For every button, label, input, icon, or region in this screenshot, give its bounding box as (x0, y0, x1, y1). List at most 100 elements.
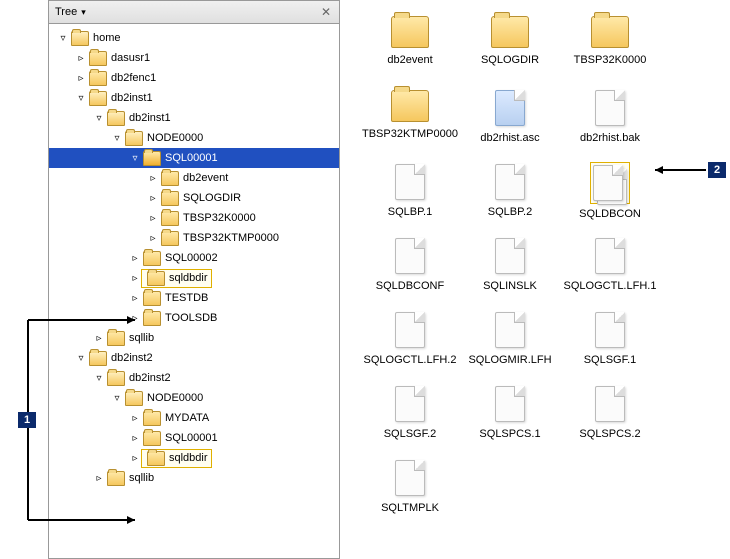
file-item-sqlogctl.lfh.2[interactable]: SQLOGCTL.LFH.2 (360, 306, 460, 380)
tree-item-label: SQL00001 (165, 152, 218, 164)
expander-closed-icon[interactable]: ▹ (129, 432, 141, 444)
expander-open-icon[interactable]: ▿ (75, 352, 87, 364)
expander-closed-icon[interactable]: ▹ (129, 412, 141, 424)
document-icon (595, 238, 625, 274)
expander-open-icon[interactable]: ▿ (129, 152, 141, 164)
tree-item-label: db2inst2 (111, 352, 153, 364)
tree-title[interactable]: Tree ▾ (55, 6, 86, 18)
tree-item-db2fenc1[interactable]: ▹db2fenc1 (75, 68, 339, 88)
file-item-db2event[interactable]: db2event (360, 10, 460, 84)
tree-item-mydata[interactable]: ▹MYDATA (129, 408, 339, 428)
file-item-label: SQLOGDIR (481, 54, 539, 66)
file-item-db2rhist.bak[interactable]: db2rhist.bak (560, 84, 660, 158)
expander-open-icon[interactable]: ▿ (93, 372, 105, 384)
tree-item-dasusr1[interactable]: ▹dasusr1 (75, 48, 339, 68)
file-item-label: SQLDBCON (579, 208, 641, 220)
file-item-label: SQLOGCTL.LFH.2 (364, 354, 457, 366)
folder-icon (107, 371, 125, 386)
expander-closed-icon[interactable]: ▹ (147, 172, 159, 184)
folder-icon (143, 431, 161, 446)
tree-item-label: sqldbdir (169, 272, 208, 284)
document-icon (395, 386, 425, 422)
document-icon (595, 312, 625, 348)
tree-item-node0000[interactable]: ▿NODE0000 (111, 388, 339, 408)
document-icon (595, 386, 625, 422)
tree-item-sqldbdir[interactable]: ▹sqldbdir (129, 448, 339, 468)
file-item-label: SQLSGF.2 (384, 428, 437, 440)
file-item-sqlspcs.1[interactable]: SQLSPCS.1 (460, 380, 560, 454)
file-item-sqlspcs.2[interactable]: SQLSPCS.2 (560, 380, 660, 454)
tree-item-db2inst2[interactable]: ▿ db2inst2 (75, 348, 339, 368)
file-item-sqldbcon[interactable]: SQLDBCON (560, 158, 660, 232)
folder-icon (143, 251, 161, 266)
expander-open-icon[interactable]: ▿ (93, 112, 105, 124)
folder-icon (147, 271, 165, 286)
expander-closed-icon[interactable]: ▹ (129, 312, 141, 324)
file-item-sqldbconf[interactable]: SQLDBCONF (360, 232, 460, 306)
tree-item-sqllib[interactable]: ▹ sqllib (93, 328, 339, 348)
file-item-sqlsgf.2[interactable]: SQLSGF.2 (360, 380, 460, 454)
document-icon (395, 312, 425, 348)
tree-item-label: db2event (183, 172, 228, 184)
tree-item-label: SQL00002 (165, 252, 218, 264)
tree-item-sqlogdir[interactable]: ▹SQLOGDIR (147, 188, 339, 208)
tree-item-db2inst2[interactable]: ▿db2inst2 (93, 368, 339, 388)
tree-item-sqldbdir[interactable]: ▹ sqldbdir (129, 268, 339, 288)
file-item-tbsp32k0000[interactable]: TBSP32K0000 (560, 10, 660, 84)
tree-item-testdb[interactable]: ▹TESTDB (129, 288, 339, 308)
file-item-label: TBSP32KTMP0000 (362, 128, 458, 140)
tree-item-tbsp32ktmp0000[interactable]: ▹TBSP32KTMP0000 (147, 228, 339, 248)
tree-header: Tree ▾ ✕ (49, 1, 339, 24)
tree-item-db2event[interactable]: ▹ db2event (147, 168, 339, 188)
tree-item-db2inst1[interactable]: ▿ db2inst1 (93, 108, 339, 128)
folder-icon (391, 16, 429, 48)
expander-closed-icon[interactable]: ▹ (147, 192, 159, 204)
expander-closed-icon[interactable]: ▹ (75, 52, 87, 64)
file-item-sqlogctl.lfh.1[interactable]: SQLOGCTL.LFH.1 (560, 232, 660, 306)
expander-open-icon[interactable]: ▿ (111, 132, 123, 144)
document-icon (495, 386, 525, 422)
expander-closed-icon[interactable]: ▹ (75, 72, 87, 84)
expander-closed-icon[interactable]: ▹ (147, 232, 159, 244)
expander-closed-icon[interactable]: ▹ (129, 272, 141, 284)
tree-item-node0000[interactable]: ▿ NODE0000 (111, 128, 339, 148)
file-item-sqltmplk[interactable]: SQLTMPLK (360, 454, 460, 528)
expander-open-icon[interactable]: ▿ (75, 92, 87, 104)
file-item-label: SQLDBCONF (376, 280, 444, 292)
tree-item-db2inst1[interactable]: ▿db2inst1 (75, 88, 339, 108)
tree-item-label: SQL00001 (165, 432, 218, 444)
file-item-sqlsgf.1[interactable]: SQLSGF.1 (560, 306, 660, 380)
file-item-sqlogdir[interactable]: SQLOGDIR (460, 10, 560, 84)
tree-item-label: sqllib (129, 332, 154, 344)
file-item-sqlogmir.lfh[interactable]: SQLOGMIR.LFH (460, 306, 560, 380)
file-item-tbsp32ktmp0000[interactable]: TBSP32KTMP0000 (360, 84, 460, 158)
close-icon[interactable]: ✕ (319, 5, 333, 19)
tree-item-label: db2inst1 (129, 112, 171, 124)
file-item-db2rhist.asc[interactable]: db2rhist.asc (460, 84, 560, 158)
expander-closed-icon[interactable]: ▹ (129, 252, 141, 264)
file-item-sqlinslk[interactable]: SQLINSLK (460, 232, 560, 306)
callout-2: 2 (708, 162, 726, 178)
tree-item-tbsp32k0000[interactable]: ▹TBSP32K0000 (147, 208, 339, 228)
tree-item-sqllib[interactable]: ▹sqllib (93, 468, 339, 488)
file-item-sqlbp.2[interactable]: SQLBP.2 (460, 158, 560, 232)
folder-icon (89, 51, 107, 66)
file-item-sqlbp.1[interactable]: SQLBP.1 (360, 158, 460, 232)
expander-closed-icon[interactable]: ▹ (147, 212, 159, 224)
tree-item-home[interactable]: ▿home (57, 28, 339, 48)
tree-item-toolsdb[interactable]: ▹TOOLSDB (129, 308, 339, 328)
expander-closed-icon[interactable]: ▹ (129, 292, 141, 304)
tree-item-label: NODE0000 (147, 132, 203, 144)
tree-body[interactable]: ▿home▹dasusr1▹db2fenc1▿db2inst1▿db2inst1… (49, 24, 339, 558)
expander-closed-icon[interactable]: ▹ (129, 452, 141, 464)
expander-closed-icon[interactable]: ▹ (93, 472, 105, 484)
tree-item-sql00001[interactable]: ▿ SQL00001 (49, 148, 339, 168)
tree-item-sql00001[interactable]: ▹ SQL00001 (129, 428, 339, 448)
document-icon (495, 164, 525, 200)
file-item-label: SQLSGF.1 (584, 354, 637, 366)
expander-open-icon[interactable]: ▿ (57, 32, 69, 44)
expander-closed-icon[interactable]: ▹ (93, 332, 105, 344)
file-item-label: TBSP32K0000 (574, 54, 647, 66)
tree-item-sql00002[interactable]: ▹ SQL00002 (129, 248, 339, 268)
expander-open-icon[interactable]: ▿ (111, 392, 123, 404)
